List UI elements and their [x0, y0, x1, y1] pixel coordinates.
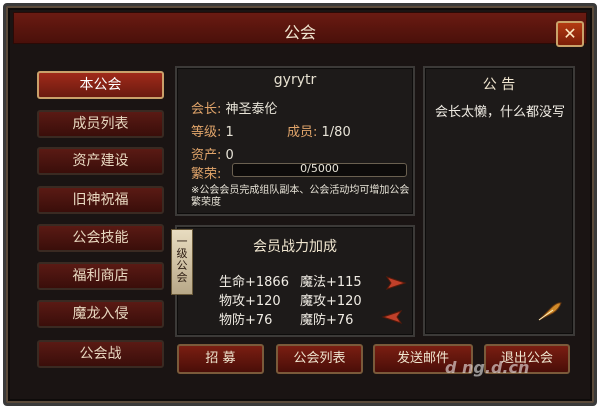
guild-name: gyrytr	[273, 72, 317, 88]
bonus-title: 会员战力加成	[253, 239, 337, 255]
notice-body: 会长太懒，什么都没写	[435, 105, 566, 120]
stat-hp: 生命+1866	[219, 275, 289, 290]
stat-mag-atk: 魔攻+120	[300, 294, 362, 309]
notice-title: 公 告	[482, 77, 516, 93]
level-value: 1	[225, 125, 234, 140]
prosperity-bar: 0/5000	[232, 162, 407, 177]
stat-phys-def: 物防+76	[219, 313, 273, 328]
close-button[interactable]: ✕	[556, 21, 584, 47]
sidebar-item-guild-skills[interactable]: 公会技能	[37, 224, 164, 252]
window-title: 公会	[283, 23, 316, 42]
notice-panel: 公 告 会长太懒，什么都没写	[423, 66, 575, 336]
title-bar: 公会	[13, 12, 587, 44]
close-icon: ✕	[563, 24, 577, 43]
guild-list-button[interactable]: 公会列表	[276, 344, 363, 374]
stat-phys-atk: 物攻+120	[219, 294, 281, 309]
watermark: d ng.d.cn	[445, 358, 530, 377]
prosperity-note: ※公会会员完成组队副本、公会活动均可增加公会繁荣度	[191, 185, 410, 208]
level-label: 等级:	[191, 125, 222, 140]
members-value: 1/80	[321, 125, 351, 140]
sidebar-item-my-guild[interactable]: 本公会	[37, 71, 164, 99]
leader-label: 会长:	[191, 102, 222, 117]
sidebar-item-old-god-blessing[interactable]: 旧神祝福	[37, 186, 164, 214]
members-label: 成员:	[287, 125, 318, 140]
member-bonus-panel: 一级公会 会员战力加成 生命+1866 魔法+115 物攻+120 魔攻+120…	[171, 225, 415, 337]
assets-label: 资产:	[191, 148, 222, 163]
prosperity-value: 0/5000	[300, 162, 339, 175]
guild-info-panel: gyrytr 会长: 神圣泰伦 等级: 1 成员: 1/80 资产: 0 繁荣:…	[175, 66, 415, 216]
feather-quill-icon[interactable]	[537, 300, 563, 322]
assets-value: 0	[225, 148, 234, 163]
sidebar-item-welfare-shop[interactable]: 福利商店	[37, 262, 164, 290]
recruit-button[interactable]: 招 募	[177, 344, 264, 374]
next-arrow-icon[interactable]	[385, 275, 407, 291]
leader-value: 神圣泰伦	[225, 102, 278, 117]
prev-arrow-icon[interactable]	[381, 309, 403, 325]
sidebar-item-guild-war[interactable]: 公会战	[37, 340, 164, 368]
prosperity-label: 繁荣:	[191, 167, 222, 182]
stat-mag-def: 魔防+76	[300, 313, 354, 328]
sidebar-item-member-list[interactable]: 成员列表	[37, 110, 164, 138]
stat-mp: 魔法+115	[300, 275, 362, 290]
sidebar-item-asset-building[interactable]: 资产建设	[37, 147, 164, 175]
sidebar-item-dragon-invasion[interactable]: 魔龙入侵	[37, 300, 164, 328]
